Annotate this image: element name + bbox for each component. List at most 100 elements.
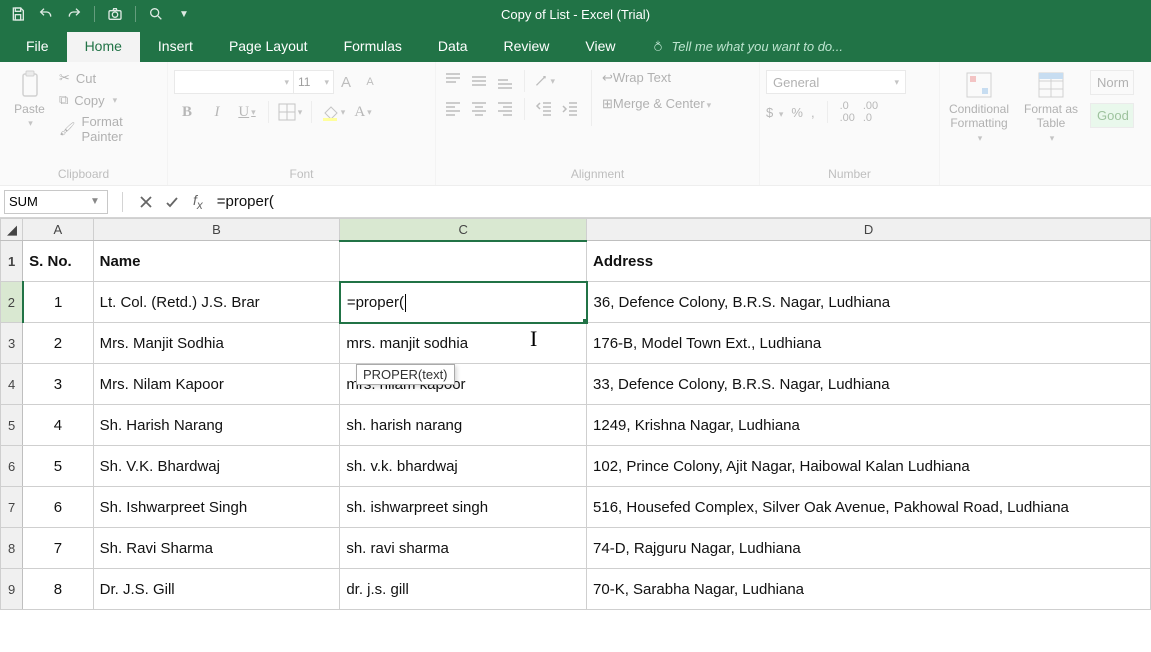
style-good[interactable]: Good bbox=[1090, 103, 1134, 128]
format-painter-button[interactable]: 🖌Format Painter bbox=[59, 114, 161, 144]
align-bottom-icon[interactable] bbox=[494, 70, 516, 92]
tab-review[interactable]: Review bbox=[486, 32, 568, 62]
cell[interactable]: Lt. Col. (Retd.) J.S. Brar bbox=[93, 282, 340, 323]
cell[interactable]: 176-B, Model Town Ext., Ludhiana bbox=[587, 323, 1151, 364]
percent-icon[interactable]: % bbox=[791, 105, 803, 120]
cell[interactable]: sh. harish narang bbox=[340, 405, 587, 446]
tell-me-box[interactable]: Tell me what you want to do... bbox=[640, 32, 854, 62]
cell[interactable]: 8 bbox=[23, 569, 93, 610]
cell[interactable] bbox=[340, 241, 587, 282]
cell[interactable]: Sh. Ravi Sharma bbox=[93, 528, 340, 569]
row-header[interactable]: 9 bbox=[1, 569, 23, 610]
cell[interactable]: Mrs. Manjit Sodhia bbox=[93, 323, 340, 364]
select-all-corner[interactable]: ◢ bbox=[1, 219, 23, 241]
col-header-C[interactable]: C bbox=[340, 219, 587, 241]
decrease-decimal-icon[interactable]: .00.0 bbox=[863, 100, 878, 124]
cell[interactable]: 7 bbox=[23, 528, 93, 569]
enter-formula-icon[interactable] bbox=[159, 190, 185, 214]
cell[interactable]: Name bbox=[93, 241, 340, 282]
cell[interactable]: mrs. manjit sodhia bbox=[340, 323, 587, 364]
number-format-combo[interactable]: General▾ bbox=[766, 70, 906, 94]
cell[interactable]: Address bbox=[587, 241, 1151, 282]
tab-insert[interactable]: Insert bbox=[140, 32, 211, 62]
align-center-icon[interactable] bbox=[468, 98, 490, 120]
align-top-icon[interactable] bbox=[442, 70, 464, 92]
cancel-formula-icon[interactable] bbox=[133, 190, 159, 214]
cell[interactable]: 516, Housefed Complex, Silver Oak Avenue… bbox=[587, 487, 1151, 528]
row-header[interactable]: 3 bbox=[1, 323, 23, 364]
cell[interactable]: sh. ishwarpreet singh bbox=[340, 487, 587, 528]
row-header[interactable]: 5 bbox=[1, 405, 23, 446]
copy-button[interactable]: ⧉Copy▾ bbox=[59, 92, 161, 108]
cell[interactable]: 36, Defence Colony, B.R.S. Nagar, Ludhia… bbox=[587, 282, 1151, 323]
cell[interactable]: 2 bbox=[23, 323, 93, 364]
format-as-table-button[interactable]: Format as Table▾ bbox=[1018, 66, 1084, 144]
increase-indent-icon[interactable] bbox=[559, 98, 581, 120]
tab-page-layout[interactable]: Page Layout bbox=[211, 32, 326, 62]
increase-font-icon[interactable]: A bbox=[334, 70, 358, 94]
cell[interactable]: Sh. Harish Narang bbox=[93, 405, 340, 446]
borders-icon[interactable]: ▾ bbox=[277, 100, 303, 124]
cell[interactable]: =proper( bbox=[340, 282, 587, 323]
orientation-icon[interactable]: ▾ bbox=[533, 70, 555, 92]
font-size-combo[interactable]: 11▾ bbox=[294, 70, 334, 94]
cell[interactable]: 70-K, Sarabha Nagar, Ludhiana bbox=[587, 569, 1151, 610]
cell[interactable]: Sh. V.K. Bhardwaj bbox=[93, 446, 340, 487]
merge-center-button[interactable]: ⊞Merge & Center▾ bbox=[602, 96, 711, 112]
col-header-B[interactable]: B bbox=[93, 219, 340, 241]
align-middle-icon[interactable] bbox=[468, 70, 490, 92]
save-icon[interactable] bbox=[6, 2, 30, 26]
redo-icon[interactable] bbox=[62, 2, 86, 26]
row-header[interactable]: 6 bbox=[1, 446, 23, 487]
font-color-icon[interactable]: A▾ bbox=[350, 100, 376, 124]
cell[interactable]: Mrs. Nilam Kapoor bbox=[93, 364, 340, 405]
col-header-D[interactable]: D bbox=[587, 219, 1151, 241]
col-header-A[interactable]: A bbox=[23, 219, 93, 241]
tab-file[interactable]: File bbox=[8, 32, 67, 62]
style-normal[interactable]: Norm bbox=[1090, 70, 1134, 95]
cut-button[interactable]: ✂Cut bbox=[59, 70, 161, 86]
cell[interactable]: Dr. J.S. Gill bbox=[93, 569, 340, 610]
cell[interactable]: 33, Defence Colony, B.R.S. Nagar, Ludhia… bbox=[587, 364, 1151, 405]
fill-color-icon[interactable]: ▾ bbox=[320, 100, 346, 124]
row-header[interactable]: 8 bbox=[1, 528, 23, 569]
formula-input[interactable] bbox=[211, 190, 1151, 214]
row-header[interactable]: 7 bbox=[1, 487, 23, 528]
cell[interactable]: Sh. Ishwarpreet Singh bbox=[93, 487, 340, 528]
cell[interactable]: dr. j.s. gill bbox=[340, 569, 587, 610]
tab-view[interactable]: View bbox=[567, 32, 633, 62]
cell[interactable]: 3 bbox=[23, 364, 93, 405]
font-name-combo[interactable]: ▾ bbox=[174, 70, 294, 94]
cell[interactable]: S. No. bbox=[23, 241, 93, 282]
tab-data[interactable]: Data bbox=[420, 32, 486, 62]
align-left-icon[interactable] bbox=[442, 98, 464, 120]
tab-formulas[interactable]: Formulas bbox=[326, 32, 420, 62]
decrease-indent-icon[interactable] bbox=[533, 98, 555, 120]
paste-button[interactable]: Paste ▾ bbox=[6, 66, 53, 129]
fx-icon[interactable]: fx bbox=[193, 192, 203, 212]
cell[interactable]: 5 bbox=[23, 446, 93, 487]
undo-icon[interactable] bbox=[34, 2, 58, 26]
tab-home[interactable]: Home bbox=[67, 32, 140, 62]
spreadsheet-grid[interactable]: ◢ A B C D 1S. No.NameAddress21Lt. Col. (… bbox=[0, 218, 1151, 610]
cell[interactable]: sh. ravi sharma bbox=[340, 528, 587, 569]
name-box[interactable]: SUM ▼ bbox=[4, 190, 108, 214]
cell[interactable]: 1249, Krishna Nagar, Ludhiana bbox=[587, 405, 1151, 446]
cell[interactable]: 102, Prince Colony, Ajit Nagar, Haibowal… bbox=[587, 446, 1151, 487]
align-right-icon[interactable] bbox=[494, 98, 516, 120]
accounting-icon[interactable]: $ ▾ bbox=[766, 105, 783, 120]
cell[interactable]: 4 bbox=[23, 405, 93, 446]
row-header[interactable]: 1 bbox=[1, 241, 23, 282]
cell[interactable]: 74-D, Rajguru Nagar, Ludhiana bbox=[587, 528, 1151, 569]
increase-decimal-icon[interactable]: .0.00 bbox=[840, 100, 855, 124]
cell[interactable]: 1 bbox=[23, 282, 93, 323]
cell[interactable]: 6 bbox=[23, 487, 93, 528]
name-box-dropdown-icon[interactable]: ▼ bbox=[87, 194, 103, 210]
underline-button[interactable]: U▾ bbox=[234, 100, 260, 124]
row-header[interactable]: 2 bbox=[1, 282, 23, 323]
comma-icon[interactable]: , bbox=[811, 105, 815, 120]
fill-handle[interactable] bbox=[583, 319, 587, 323]
conditional-formatting-button[interactable]: Conditional Formatting▾ bbox=[946, 66, 1012, 144]
cell[interactable]: sh. v.k. bhardwaj bbox=[340, 446, 587, 487]
qat-customize-icon[interactable]: ▼ bbox=[172, 2, 196, 26]
